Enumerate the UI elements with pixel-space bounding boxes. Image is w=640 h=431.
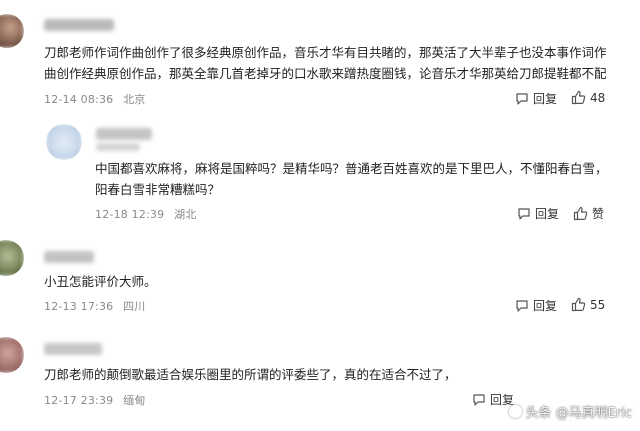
comment-text: 小丑怎能评价大师。 — [44, 271, 624, 292]
reply-icon — [473, 393, 485, 406]
comment-2: 中国都喜欢麻将，麻将是国粹吗？是精华吗？普通老百姓喜欢的是下里巴人，不懂阳春白雪… — [0, 115, 640, 230]
thumbs-up-icon — [573, 206, 588, 221]
comment-text-line: 刀郎老师作词作曲创作了很多经典原创作品，音乐才华有目共睹的，那英活了大半辈子也没… — [44, 45, 607, 60]
avatar[interactable] — [0, 14, 24, 48]
avatar[interactable] — [0, 337, 24, 373]
comment-date: 12-14 08:36 — [44, 93, 114, 106]
reply-icon — [516, 299, 528, 312]
comment-location: 湖北 — [174, 208, 197, 221]
comment-text-line: 中国都喜欢麻将，麻将是国粹吗？是精华吗？普通老百姓喜欢的是下里巴人，不懂阳春白雪… — [95, 161, 608, 176]
toutiao-logo-icon — [508, 405, 522, 418]
comment-meta: 12-14 08:36 北京 — [44, 91, 151, 107]
comment-meta: 12-17 23:39 缅甸 — [44, 392, 151, 408]
comment-text: 刀郎老师作词作曲创作了很多经典原创作品，音乐才华有目共睹的，那英活了大半辈子也没… — [44, 42, 634, 84]
username[interactable] — [44, 19, 114, 31]
watermark: 头条 @马真明Eric — [508, 402, 632, 421]
like-button[interactable]: 48 — [571, 90, 605, 105]
reply-button[interactable]: 回复 — [517, 205, 559, 222]
username[interactable] — [96, 128, 152, 140]
reply-button[interactable]: 回复 — [515, 297, 557, 314]
like-button[interactable]: 55 — [571, 297, 605, 312]
comment-text-line: 曲创作经典原创作品，那英全靠几首老掉牙的口水歌来蹭热度圈钱，论音乐才华那英给刀郎… — [44, 66, 607, 81]
comment-meta: 12-18 12:39 湖北 — [95, 206, 202, 222]
username[interactable] — [44, 343, 102, 355]
comment-date: 12-13 17:36 — [44, 300, 114, 313]
comment-location: 四川 — [123, 300, 146, 313]
comment-text: 刀郎老师的颠倒歌最适合娱乐圈里的所谓的评委些了，真的在适合不过了， — [44, 364, 624, 385]
comment-date: 12-18 12:39 — [95, 208, 165, 221]
avatar[interactable] — [0, 240, 24, 276]
comment-location: 缅甸 — [123, 394, 146, 407]
reply-icon — [518, 207, 530, 220]
like-count: 48 — [590, 90, 606, 105]
comment-text-line: 阳春白雪非常糟糕吗？ — [95, 182, 221, 197]
thumbs-up-icon — [571, 90, 586, 105]
thumbs-up-icon — [571, 297, 586, 312]
comment-text-line: 小丑怎能评价大师。 — [44, 274, 157, 289]
comment-meta: 12-13 17:36 四川 — [44, 298, 151, 314]
reply-label: 回复 — [533, 92, 558, 106]
like-button[interactable]: 赞 — [573, 205, 604, 222]
comment-location: 北京 — [123, 93, 146, 106]
comment-3: 小丑怎能评价大师。 12-13 17:36 四川 回复 55 — [0, 230, 640, 325]
watermark-text: 头条 @马真明Eric — [525, 406, 632, 421]
reply-button[interactable]: 回复 — [515, 90, 557, 107]
like-label: 赞 — [592, 207, 605, 221]
username-sub — [96, 143, 140, 151]
reply-icon — [516, 92, 528, 105]
comment-text-line: 刀郎老师的颠倒歌最适合娱乐圈里的所谓的评委些了，真的在适合不过了， — [44, 367, 457, 382]
comment-1: 刀郎老师作词作曲创作了很多经典原创作品，音乐才华有目共睹的，那英活了大半辈子也没… — [0, 0, 640, 115]
like-count: 55 — [590, 297, 606, 312]
reply-label: 回复 — [535, 207, 560, 221]
comment-text: 中国都喜欢麻将，麻将是国粹吗？是精华吗？普通老百姓喜欢的是下里巴人，不懂阳春白雪… — [95, 158, 615, 200]
comment-date: 12-17 23:39 — [44, 394, 114, 407]
username[interactable] — [44, 251, 94, 263]
reply-label: 回复 — [533, 299, 558, 313]
avatar[interactable] — [46, 124, 82, 160]
